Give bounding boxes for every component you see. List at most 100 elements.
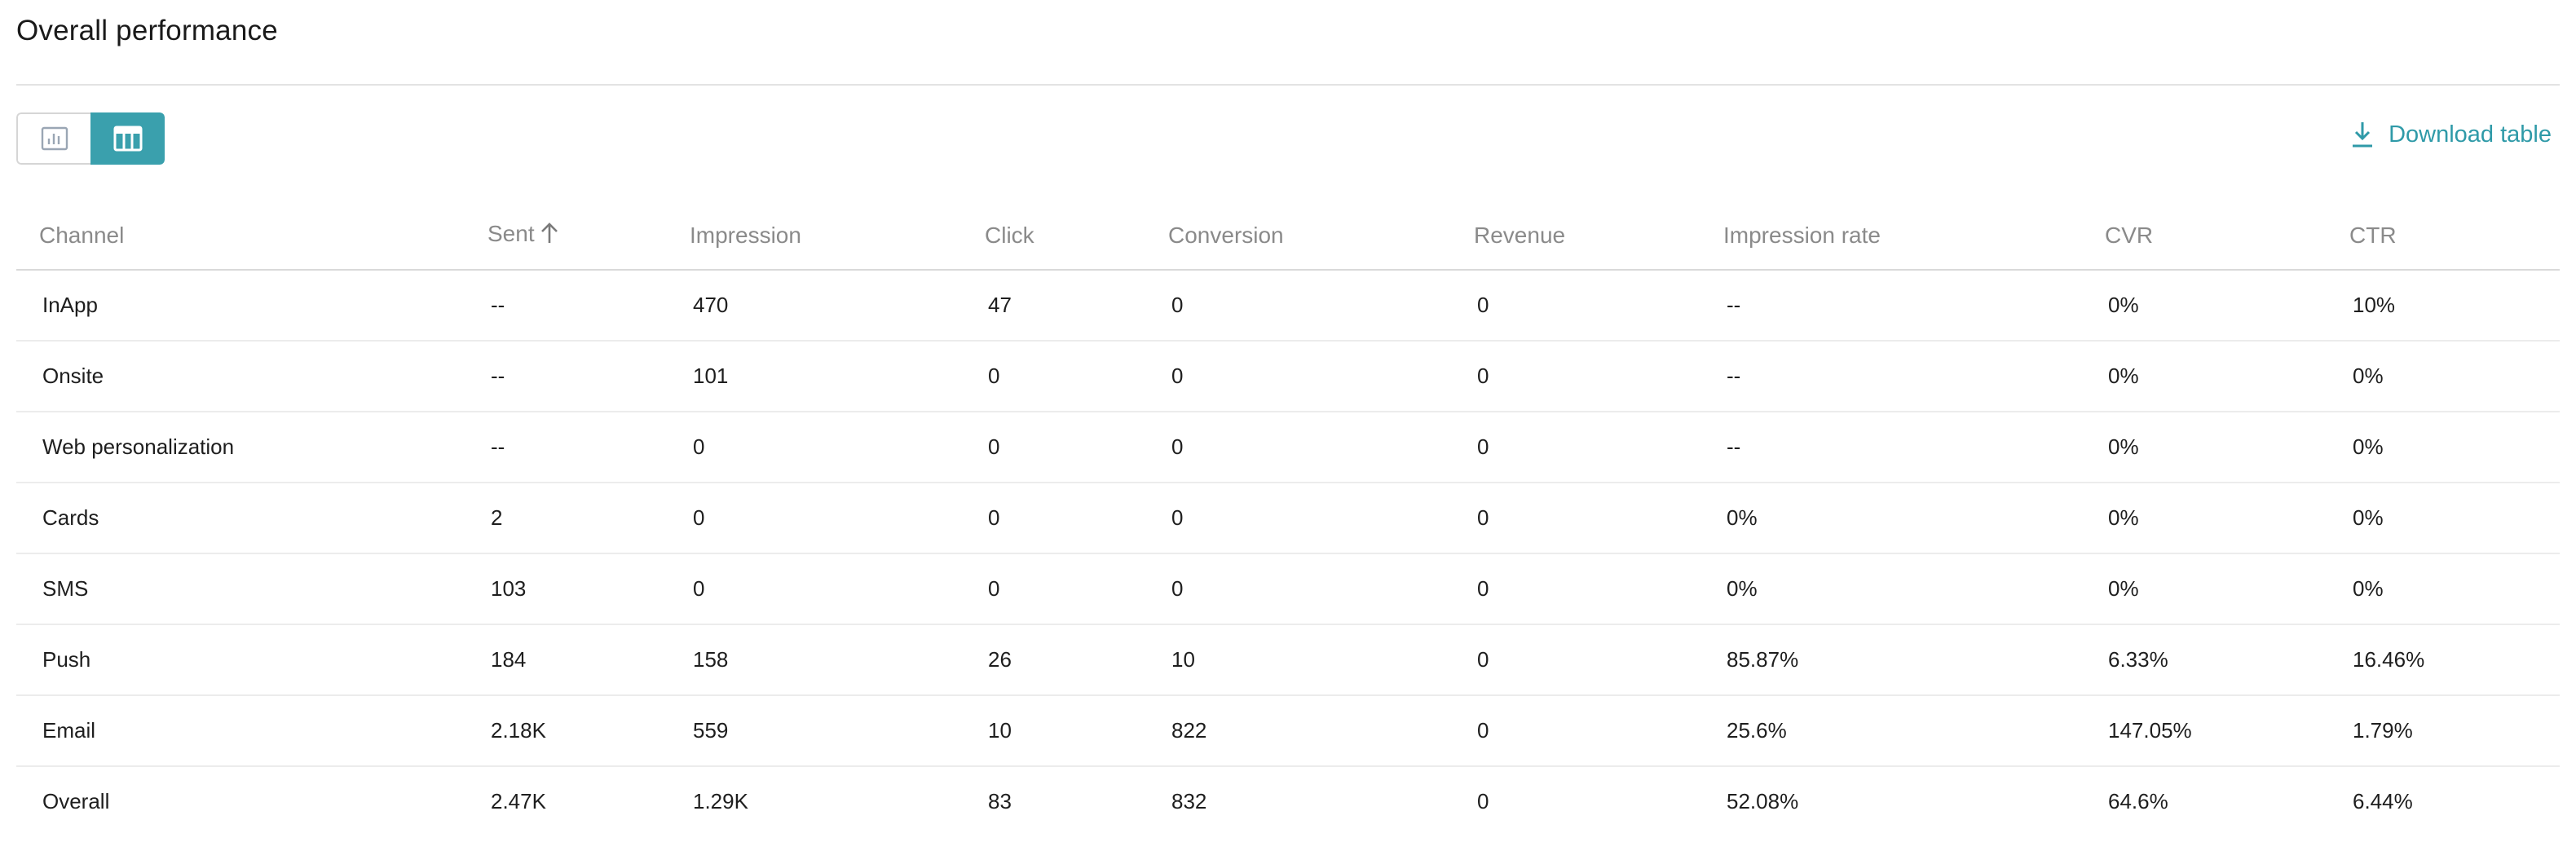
table-header-row: Channel Sent Impression Click Conversion… [16,202,2560,271]
column-header-revenue[interactable]: Revenue [1474,202,1723,271]
cell-cvr: 0% [2105,412,2349,483]
cell-ctr: 0% [2349,341,2560,412]
cell-conversion: 0 [1168,270,1474,342]
cell-revenue: 0 [1474,483,1723,554]
cell-impression-rate: 25.6% [1723,695,2105,767]
cell-ctr: 1.79% [2349,695,2560,767]
cell-cvr: 147.05% [2105,695,2349,767]
column-header-click[interactable]: Click [985,202,1168,271]
cell-conversion: 0 [1168,341,1474,412]
cell-impression: 470 [690,270,985,342]
cell-channel: Overall [42,789,110,813]
column-header-ctr[interactable]: CTR [2349,202,2560,271]
title-divider [16,84,2560,86]
cell-click: 26 [985,624,1168,696]
cell-conversion: 822 [1168,695,1474,767]
cell-click: 0 [985,412,1168,483]
column-header-conversion[interactable]: Conversion [1168,202,1474,271]
cell-conversion: 0 [1168,412,1474,483]
table-row: Cards 2 0 0 0 0 0% 0% 0% [16,483,2560,554]
cell-sent: 103 [487,553,690,625]
cell-conversion: 832 [1171,789,1207,813]
cell-revenue: 0 [1474,553,1723,625]
cell-channel: Cards [16,483,487,554]
arrow-up-icon [540,222,559,250]
cell-channel: Email [16,695,487,767]
column-header-channel[interactable]: Channel [16,202,487,271]
cell-ctr: 0% [2349,412,2560,483]
cell-ctr: 0% [2349,553,2560,625]
table-row: Onsite -- 101 0 0 0 -- 0% 0% [16,341,2560,412]
chart-view-button[interactable] [16,112,90,165]
cell-sent: -- [487,341,690,412]
cell-impression-rate: 85.87% [1723,624,2105,696]
column-header-sent-label: Sent [487,221,535,246]
cell-impression-rate: -- [1723,412,2105,483]
cell-cvr: 0% [2105,483,2349,554]
cell-click: 10 [985,695,1168,767]
download-table-label: Download table [2389,121,2552,148]
column-header-impression-rate[interactable]: Impression rate [1723,202,2105,271]
download-table-button[interactable]: Download table [2351,121,2552,148]
cell-impression: 0 [690,483,985,554]
bar-chart-icon [41,126,68,151]
table-row: Web personalization -- 0 0 0 0 -- 0% 0% [16,412,2560,483]
column-header-impression[interactable]: Impression [690,202,985,271]
cell-conversion: 10 [1168,624,1474,696]
download-icon [2353,122,2373,148]
table-row: SMS 103 0 0 0 0 0% 0% 0% [16,553,2560,625]
table-row: InApp -- 470 47 0 0 -- 0% 10% [16,270,2560,342]
cell-sent: 2 [487,483,690,554]
table-row: Email 2.18K 559 10 822 0 25.6% 147.05% 1… [16,695,2560,767]
cell-channel: Push [16,624,487,696]
cell-conversion: 0 [1168,483,1474,554]
cell-impression-rate: -- [1723,341,2105,412]
table-icon [113,126,142,152]
page-title: Overall performance [16,15,278,46]
cell-click: 0 [985,341,1168,412]
table-row-overall: Overall 2.47K 1.29K 83 832 0 52.08% 64.6… [16,766,2560,836]
cell-revenue: 0 [1474,412,1723,483]
cell-click: 0 [985,553,1168,625]
cell-impression-rate: 0% [1723,483,2105,554]
cell-revenue: 0 [1477,789,1489,813]
cell-sent: -- [487,412,690,483]
cell-cvr: 0% [2105,341,2349,412]
cell-channel: SMS [16,553,487,625]
view-toggle [16,112,165,165]
cell-impression-rate: -- [1723,270,2105,342]
cell-ctr: 16.46% [2349,624,2560,696]
cell-impression-rate: 0% [1723,553,2105,625]
cell-sent: 2.47K [491,789,546,813]
cell-revenue: 0 [1474,341,1723,412]
cell-sent: 2.18K [487,695,690,767]
cell-channel: Onsite [16,341,487,412]
cell-cvr: 6.33% [2105,624,2349,696]
cell-click: 0 [985,483,1168,554]
column-header-sent[interactable]: Sent [487,202,690,271]
cell-revenue: 0 [1474,695,1723,767]
cell-ctr: 6.44% [2353,789,2413,813]
cell-ctr: 10% [2349,270,2560,342]
cell-impression: 101 [690,341,985,412]
cell-impression: 1.29K [693,789,748,813]
cell-click: 47 [985,270,1168,342]
cell-ctr: 0% [2349,483,2560,554]
overall-performance-page: Overall performance Download table Chann… [0,0,2576,864]
cell-sent: 184 [487,624,690,696]
cell-conversion: 0 [1168,553,1474,625]
table-view-button[interactable] [90,112,165,165]
cell-cvr: 0% [2105,553,2349,625]
cell-sent: -- [487,270,690,342]
cell-click: 83 [988,789,1012,813]
cell-cvr: 64.6% [2108,789,2168,813]
table-row: Push 184 158 26 10 0 85.87% 6.33% 16.46% [16,624,2560,696]
cell-channel: InApp [16,270,487,342]
cell-impression: 559 [690,695,985,767]
column-header-cvr[interactable]: CVR [2105,202,2349,271]
cell-revenue: 0 [1474,270,1723,342]
cell-impression: 0 [690,553,985,625]
cell-revenue: 0 [1474,624,1723,696]
cell-cvr: 0% [2105,270,2349,342]
cell-impression: 0 [690,412,985,483]
